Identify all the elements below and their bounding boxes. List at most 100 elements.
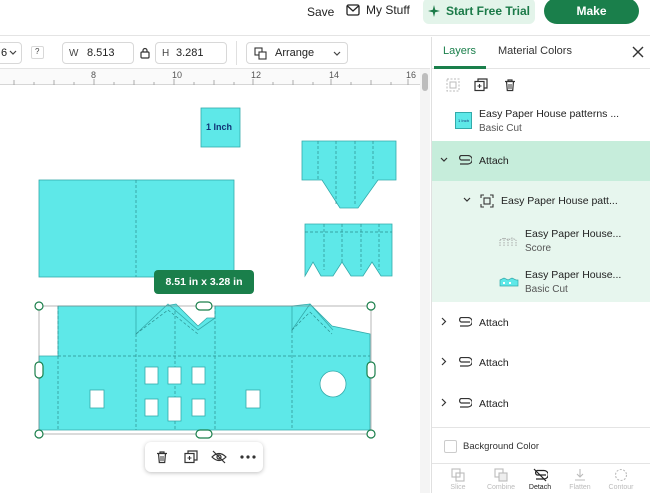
horizontal-ruler: 8 10 12 14 16 bbox=[0, 69, 420, 85]
combine-icon bbox=[494, 468, 508, 482]
my-stuff-label: My Stuff bbox=[366, 3, 410, 17]
tab-underline bbox=[434, 66, 486, 69]
chevron-right-icon[interactable] bbox=[441, 357, 447, 366]
attach-icon bbox=[459, 398, 472, 408]
arrange-icon bbox=[254, 47, 267, 60]
tab-layers[interactable]: Layers bbox=[443, 45, 476, 57]
canvas-scrollbar[interactable] bbox=[420, 69, 430, 493]
layer-title: Attach bbox=[479, 155, 509, 167]
attach-icon bbox=[459, 317, 472, 327]
roof-piece-top[interactable] bbox=[301, 140, 397, 209]
layer-actions bbox=[432, 70, 650, 100]
width-value: 8.513 bbox=[87, 47, 115, 59]
layer-operation: Score bbox=[525, 243, 552, 254]
detach-icon bbox=[533, 468, 549, 482]
slice-icon bbox=[451, 468, 465, 482]
mail-icon bbox=[346, 4, 360, 16]
hide-icon[interactable] bbox=[211, 450, 227, 464]
start-free-trial-button[interactable]: Start Free Trial bbox=[423, 0, 535, 24]
chevron-down-icon[interactable] bbox=[440, 157, 448, 163]
help-label: ? bbox=[35, 47, 40, 56]
wall-panel[interactable] bbox=[38, 179, 235, 278]
group-icon bbox=[480, 194, 494, 208]
top-bar: Save My Stuff Start Free Trial Make bbox=[0, 0, 650, 36]
layer-operation: Basic Cut bbox=[479, 123, 522, 134]
chevron-right-icon[interactable] bbox=[441, 398, 447, 407]
help-button[interactable]: ? bbox=[31, 46, 44, 59]
combine-button[interactable]: Combine bbox=[482, 464, 520, 491]
layer-title: Attach bbox=[479, 317, 509, 329]
attach-icon bbox=[459, 155, 472, 165]
my-stuff-button[interactable]: My Stuff bbox=[346, 3, 410, 17]
save-button[interactable]: Save bbox=[307, 5, 334, 19]
left-field-value: 6 bbox=[1, 47, 8, 59]
layer-group[interactable]: Easy Paper House patt... bbox=[432, 181, 650, 221]
contour-label: Contour bbox=[608, 484, 634, 491]
contour-button[interactable]: Contour bbox=[604, 464, 638, 491]
layer-title: Easy Paper House... bbox=[525, 228, 622, 240]
height-value: 3.281 bbox=[176, 47, 204, 59]
selection-size-label: 8.51 in x 3.28 in bbox=[154, 270, 254, 294]
tab-material-colors[interactable]: Material Colors bbox=[498, 45, 572, 57]
layer-attach-group[interactable]: Attach bbox=[432, 343, 650, 383]
group-icon[interactable] bbox=[446, 78, 460, 92]
height-field[interactable]: H 3.281 bbox=[155, 42, 227, 64]
chevron-down-icon bbox=[9, 50, 17, 55]
attach-icon bbox=[459, 357, 472, 367]
cut-thumbnail bbox=[499, 277, 519, 287]
panel-tabs: Layers Material Colors bbox=[432, 37, 650, 69]
layer-attach-group[interactable]: Attach bbox=[432, 384, 650, 424]
contour-icon bbox=[614, 468, 628, 482]
duplicate-icon[interactable] bbox=[184, 450, 198, 464]
layer-tools-bar: Slice Combine Detach Flatten Contour bbox=[432, 463, 650, 493]
background-color-checkbox[interactable] bbox=[444, 440, 457, 453]
ruler-marks bbox=[13, 79, 409, 85]
width-field[interactable]: W 8.513 bbox=[62, 42, 134, 64]
arrange-dropdown[interactable]: Arrange bbox=[246, 42, 348, 64]
layer-attach-group[interactable]: Attach bbox=[432, 303, 650, 343]
layer-title: Easy Paper House patterns ... bbox=[479, 108, 620, 120]
more-icon[interactable] bbox=[240, 455, 256, 459]
layer-title: Easy Paper House... bbox=[525, 269, 622, 281]
slice-button[interactable]: Slice bbox=[441, 464, 475, 491]
slice-label: Slice bbox=[450, 484, 466, 491]
layer-title: Attach bbox=[479, 357, 509, 369]
duplicate-icon[interactable] bbox=[474, 78, 488, 92]
toolbar-divider bbox=[236, 41, 237, 65]
layer-item[interactable]: 1 Inch Easy Paper House patterns ... Bas… bbox=[432, 103, 650, 141]
background-color-label: Background Color bbox=[463, 441, 540, 452]
chevron-down-icon[interactable] bbox=[463, 197, 471, 203]
layer-title: Easy Paper House patt... bbox=[501, 195, 618, 207]
edit-toolbar: 6 ? W 8.513 H 3.281 Arrange bbox=[0, 37, 430, 69]
make-button[interactable]: Make bbox=[544, 0, 639, 24]
trash-icon[interactable] bbox=[155, 450, 169, 464]
chevron-right-icon[interactable] bbox=[441, 317, 447, 326]
layer-title: Attach bbox=[479, 398, 509, 410]
flatten-icon bbox=[575, 469, 585, 481]
detach-button[interactable]: Detach bbox=[523, 464, 557, 491]
layer-thumbnail: 1 Inch bbox=[455, 112, 472, 129]
layer-item[interactable]: Easy Paper House... Score bbox=[432, 221, 650, 261]
sparkle-icon bbox=[427, 5, 440, 17]
flatten-button[interactable]: Flatten bbox=[563, 464, 597, 491]
selection-action-bar bbox=[145, 442, 263, 472]
arrange-label: Arrange bbox=[275, 47, 315, 59]
detach-label: Detach bbox=[528, 484, 552, 491]
trial-label: Start Free Trial bbox=[445, 4, 531, 18]
close-icon[interactable] bbox=[630, 44, 646, 60]
height-label: H bbox=[162, 48, 170, 59]
score-thumbnail bbox=[499, 237, 517, 246]
scroll-thumb[interactable] bbox=[422, 73, 428, 91]
chevron-down-icon bbox=[333, 51, 341, 56]
layer-item[interactable]: Easy Paper House... Basic Cut bbox=[432, 262, 650, 302]
layer-attach-group[interactable]: Attach bbox=[432, 141, 650, 181]
background-color-row[interactable]: Background Color bbox=[432, 427, 650, 465]
flatten-label: Flatten bbox=[569, 484, 591, 491]
trash-icon[interactable] bbox=[503, 78, 517, 92]
combine-label: Combine bbox=[486, 484, 515, 491]
layer-operation: Basic Cut bbox=[525, 284, 568, 295]
left-field[interactable]: 6 bbox=[0, 42, 22, 64]
layers-panel: Layers Material Colors 1 Inch Easy Paper… bbox=[431, 37, 650, 493]
one-inch-label: 1 Inch bbox=[206, 122, 233, 132]
lock-icon[interactable] bbox=[140, 47, 150, 59]
